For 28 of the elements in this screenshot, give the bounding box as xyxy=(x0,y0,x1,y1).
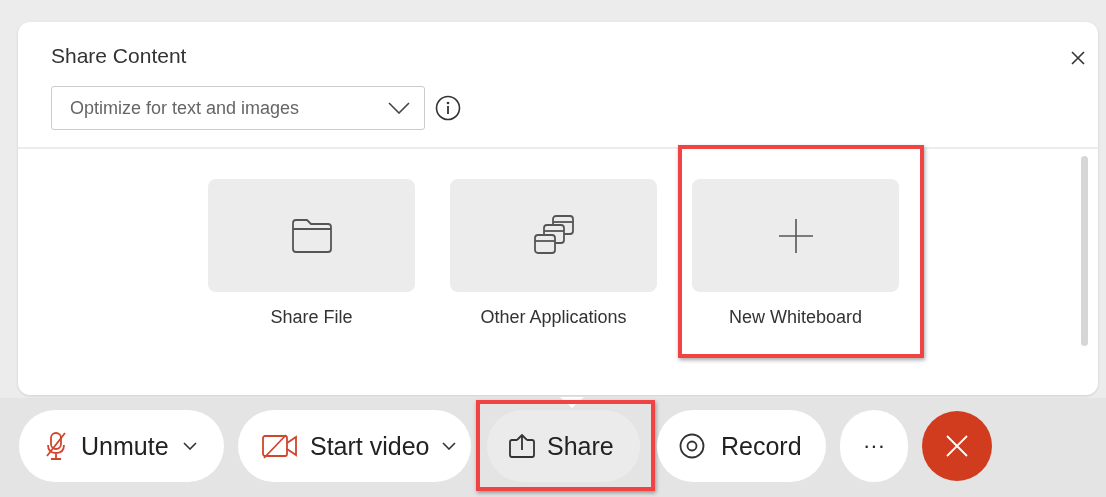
plus-icon xyxy=(777,217,814,254)
more-button[interactable]: ··· xyxy=(840,410,908,482)
share-upload-icon xyxy=(509,434,535,458)
close-icon[interactable] xyxy=(1070,50,1086,66)
popover-pointer xyxy=(560,397,584,409)
optimize-dropdown[interactable]: Optimize for text and images xyxy=(51,86,425,130)
chevron-down-icon xyxy=(441,442,456,450)
chevron-down-icon xyxy=(388,102,410,114)
close-icon xyxy=(946,435,968,457)
share-option-tile[interactable] xyxy=(692,179,899,292)
dialog-title: Share Content xyxy=(51,44,187,68)
tile-label: Share File xyxy=(270,307,353,328)
mic-button[interactable]: Unmute xyxy=(19,410,224,482)
record-icon xyxy=(679,433,705,459)
scrollbar[interactable] xyxy=(1081,156,1088,346)
muted-mic-icon xyxy=(45,432,67,460)
info-icon[interactable] xyxy=(435,95,461,121)
record-button[interactable]: Record xyxy=(657,410,826,482)
share-button[interactable]: Share xyxy=(487,410,640,482)
video-off-icon xyxy=(262,433,298,459)
folder-icon xyxy=(290,218,333,253)
tile-label: Other Applications xyxy=(480,307,627,328)
share-option-tile[interactable] xyxy=(450,179,657,292)
share-option-tile[interactable] xyxy=(208,179,415,292)
video-button[interactable]: Start video xyxy=(238,410,471,482)
chevron-down-icon xyxy=(182,442,197,450)
tile-label: New Whiteboard xyxy=(728,307,863,328)
stacked-windows-icon xyxy=(532,214,575,257)
